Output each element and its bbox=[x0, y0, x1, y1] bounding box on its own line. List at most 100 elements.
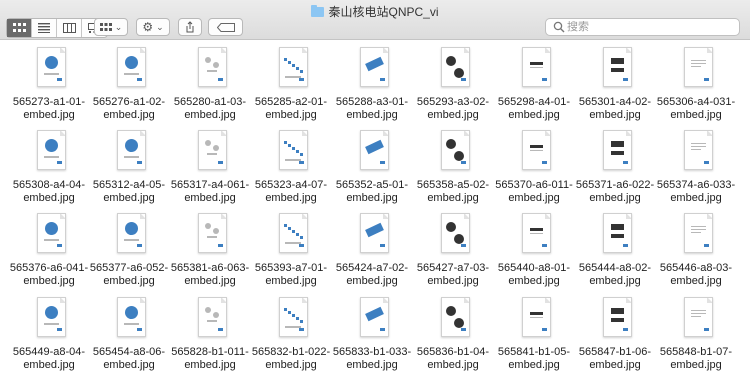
file-name: 565306-a4-031- embed.jpg bbox=[656, 96, 736, 122]
page-corner bbox=[545, 48, 550, 53]
view-mode-control bbox=[6, 18, 108, 38]
file-grid: 565273-a1-01- embed.jpg 565276-a1-02- embed… bbox=[0, 40, 750, 373]
file-name-line-2: embed.jpg bbox=[23, 109, 75, 121]
file-name-line-2: embed.jpg bbox=[103, 359, 155, 371]
file-name-line-2: embed.jpg bbox=[265, 109, 317, 121]
page-corner bbox=[626, 131, 631, 136]
file-name-line-1: 565312-a4-05- bbox=[92, 179, 166, 191]
finder-window: 秦山核电站QNPC_vi ⌄ ⚙ ⌄ 搜索 565273-a1-01- embe… bbox=[0, 0, 750, 373]
file-name: 565376-a6-041- embed.jpg bbox=[9, 262, 89, 288]
file-name: 565374-a6-033- embed.jpg bbox=[656, 179, 736, 205]
page-corner bbox=[302, 214, 307, 219]
page-corner bbox=[383, 214, 388, 219]
file-name-line-1: 565841-b1-05- bbox=[497, 346, 571, 358]
file-name-line-2: embed.jpg bbox=[508, 109, 560, 121]
column-view-button[interactable] bbox=[57, 19, 82, 37]
page-corner bbox=[60, 214, 65, 219]
file-name: 565323-a4-07- embed.jpg bbox=[251, 179, 331, 205]
share-button[interactable] bbox=[178, 18, 202, 36]
page-corner bbox=[383, 298, 388, 303]
file-thumbnail bbox=[37, 130, 66, 170]
file-name: 565317-a4-061- embed.jpg bbox=[170, 179, 250, 205]
file-name: 565280-a1-03- embed.jpg bbox=[170, 96, 250, 122]
file-name-line-2: embed.jpg bbox=[427, 109, 479, 121]
page-corner bbox=[302, 48, 307, 53]
list-view-button[interactable] bbox=[32, 19, 57, 37]
file-name-line-2: embed.jpg bbox=[184, 192, 236, 204]
file-name-line-1: 565832-b1-022- bbox=[251, 346, 331, 358]
file-name: 565828-b1-011- embed.jpg bbox=[170, 346, 250, 372]
file-name-line-2: embed.jpg bbox=[670, 109, 722, 121]
page-corner bbox=[707, 48, 712, 53]
file-name-line-1: 565828-b1-011- bbox=[171, 346, 249, 358]
page-corner bbox=[221, 214, 226, 219]
file-name-line-1: 565848-b1-07- bbox=[659, 346, 733, 358]
file-name-line-2: embed.jpg bbox=[103, 109, 155, 121]
file-name-line-2: embed.jpg bbox=[508, 192, 560, 204]
file-name: 565444-a8-02- embed.jpg bbox=[575, 262, 655, 288]
file-name-line-1: 565393-a7-01- bbox=[254, 262, 328, 274]
file-name: 565454-a8-06- embed.jpg bbox=[89, 346, 169, 372]
file-thumbnail bbox=[117, 47, 146, 87]
icon-view-button[interactable] bbox=[7, 19, 32, 37]
page-corner bbox=[626, 48, 631, 53]
group-button[interactable]: ⌄ bbox=[94, 18, 128, 36]
file-thumbnail bbox=[198, 130, 227, 170]
file-name-line-2: embed.jpg bbox=[184, 109, 236, 121]
file-name: 565273-a1-01- embed.jpg bbox=[9, 96, 89, 122]
page-corner bbox=[707, 131, 712, 136]
file-name-line-1: 565308-a4-04- bbox=[12, 179, 86, 191]
file-name-line-2: embed.jpg bbox=[23, 359, 75, 371]
action-button[interactable]: ⚙ ⌄ bbox=[136, 18, 170, 36]
file-name: 565440-a8-01- embed.jpg bbox=[494, 262, 574, 288]
file-name: 565427-a7-03- embed.jpg bbox=[413, 262, 493, 288]
file-name-line-2: embed.jpg bbox=[346, 192, 398, 204]
file-name: 565848-b1-07- embed.jpg bbox=[656, 346, 736, 372]
file-name-line-1: 565285-a2-01- bbox=[254, 96, 328, 108]
file-name-line-1: 565323-a4-07- bbox=[254, 179, 328, 191]
page-corner bbox=[707, 298, 712, 303]
search-field[interactable] bbox=[545, 18, 740, 36]
file-name-line-1: 565273-a1-01- bbox=[12, 96, 86, 108]
page-corner bbox=[464, 48, 469, 53]
file-name-line-1: 565288-a3-01- bbox=[335, 96, 409, 108]
search-icon bbox=[553, 21, 565, 33]
file-name: 565301-a4-02- embed.jpg bbox=[575, 96, 655, 122]
file-name: 565377-a6-052- embed.jpg bbox=[89, 262, 169, 288]
file-name-line-1: 565424-a7-02- bbox=[335, 262, 409, 274]
file-thumbnail bbox=[441, 297, 470, 337]
file-thumbnail bbox=[117, 213, 146, 253]
file-thumbnail bbox=[441, 130, 470, 170]
file-name: 565358-a5-02- embed.jpg bbox=[413, 179, 493, 205]
file-name-line-1: 565454-a8-06- bbox=[92, 346, 166, 358]
file-name-line-1: 565301-a4-02- bbox=[578, 96, 652, 108]
file-name-line-2: embed.jpg bbox=[346, 275, 398, 287]
file-name-line-2: embed.jpg bbox=[508, 275, 560, 287]
page-corner bbox=[60, 131, 65, 136]
file-thumbnail bbox=[37, 47, 66, 87]
file-thumbnail bbox=[279, 297, 308, 337]
page-corner bbox=[464, 298, 469, 303]
page-corner bbox=[545, 214, 550, 219]
tag-button[interactable] bbox=[208, 18, 243, 36]
file-name-line-2: embed.jpg bbox=[589, 192, 641, 204]
search-input[interactable] bbox=[567, 21, 717, 33]
file-name-line-2: embed.jpg bbox=[23, 275, 75, 287]
file-thumbnail bbox=[441, 47, 470, 87]
file-name-line-1: 565847-b1-06- bbox=[578, 346, 652, 358]
file-name: 565285-a2-01- embed.jpg bbox=[251, 96, 331, 122]
page-corner bbox=[140, 48, 145, 53]
file-name-line-1: 565377-a6-052- bbox=[89, 262, 169, 274]
file-name-line-2: embed.jpg bbox=[184, 359, 236, 371]
file-name-line-2: embed.jpg bbox=[265, 275, 317, 287]
file-name: 565312-a4-05- embed.jpg bbox=[89, 179, 169, 205]
file-thumbnail bbox=[360, 130, 389, 170]
file-thumbnail bbox=[603, 213, 632, 253]
page-corner bbox=[626, 298, 631, 303]
file-name: 565370-a6-011- embed.jpg bbox=[494, 179, 574, 205]
file-name-line-2: embed.jpg bbox=[589, 275, 641, 287]
share-icon bbox=[186, 21, 194, 33]
file-name-line-2: embed.jpg bbox=[103, 275, 155, 287]
page-corner bbox=[221, 298, 226, 303]
file-name-line-1: 565381-a6-063- bbox=[170, 262, 250, 274]
